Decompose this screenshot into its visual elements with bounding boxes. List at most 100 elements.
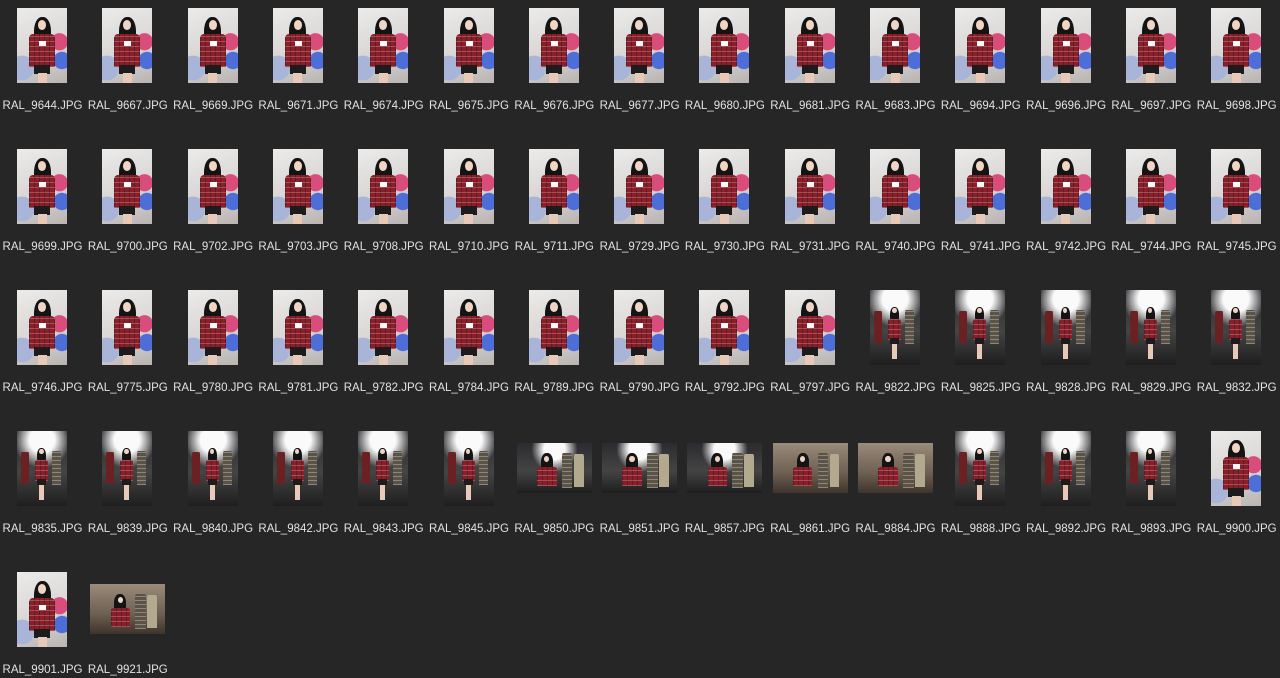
image-thumbnail[interactable] [1125,290,1176,365]
image-thumbnail[interactable] [102,290,153,365]
thumbnail-area[interactable] [85,423,170,506]
image-thumbnail[interactable] [358,431,409,506]
file-item[interactable]: RAL_9784.JPG [427,282,512,423]
file-item[interactable]: RAL_9825.JPG [938,282,1023,423]
thumbnail-area[interactable] [768,141,853,224]
image-thumbnail[interactable] [784,149,835,224]
image-thumbnail[interactable] [516,443,592,493]
file-item[interactable]: RAL_9900.JPG [1194,423,1279,564]
thumbnail-area[interactable] [171,141,256,224]
image-thumbnail[interactable] [528,290,579,365]
image-thumbnail[interactable] [102,431,153,506]
thumbnail-area[interactable] [597,0,682,83]
file-name-label[interactable]: RAL_9698.JPG [1184,100,1280,112]
image-thumbnail[interactable] [17,8,67,83]
thumbnail-area[interactable] [1194,423,1279,506]
file-item[interactable]: RAL_9780.JPG [171,282,256,423]
thumbnail-area[interactable] [682,423,767,506]
file-item[interactable]: RAL_9832.JPG [1194,282,1279,423]
thumbnail-area[interactable] [597,423,682,506]
file-item[interactable]: RAL_9781.JPG [256,282,341,423]
image-thumbnail[interactable] [699,290,750,365]
file-item[interactable]: RAL_9708.JPG [341,141,426,282]
file-item[interactable]: RAL_9835.JPG [0,423,85,564]
image-thumbnail[interactable] [187,431,238,506]
thumbnail-area[interactable] [768,0,853,83]
file-item[interactable]: RAL_9680.JPG [682,0,767,141]
file-item[interactable]: RAL_9892.JPG [1024,423,1109,564]
file-name-label[interactable]: RAL_9832.JPG [1184,382,1280,394]
image-thumbnail[interactable] [358,8,409,83]
file-name-label[interactable]: RAL_9900.JPG [1184,523,1280,535]
image-thumbnail[interactable] [17,149,67,224]
file-item[interactable]: RAL_9730.JPG [682,141,767,282]
thumbnail-area[interactable] [853,423,938,506]
image-thumbnail[interactable] [1125,149,1176,224]
thumbnail-area[interactable] [427,423,512,506]
thumbnail-area[interactable] [171,423,256,506]
file-item[interactable]: RAL_9703.JPG [256,141,341,282]
file-item[interactable]: RAL_9711.JPG [512,141,597,282]
file-item[interactable]: RAL_9861.JPG [768,423,853,564]
image-thumbnail[interactable] [614,149,665,224]
image-thumbnail[interactable] [699,149,750,224]
file-item[interactable]: RAL_9746.JPG [0,282,85,423]
file-item[interactable]: RAL_9644.JPG [0,0,85,141]
image-thumbnail[interactable] [1040,431,1091,506]
thumbnail-area[interactable] [427,0,512,83]
image-thumbnail[interactable] [17,290,67,365]
image-thumbnail[interactable] [784,290,835,365]
file-item[interactable]: RAL_9842.JPG [256,423,341,564]
image-thumbnail[interactable] [102,149,153,224]
thumbnail-area[interactable] [256,423,341,506]
thumbnail-area[interactable] [341,141,426,224]
image-thumbnail[interactable] [17,572,67,647]
image-thumbnail[interactable] [772,443,848,493]
file-item[interactable]: RAL_9729.JPG [597,141,682,282]
image-thumbnail[interactable] [784,8,835,83]
image-thumbnail[interactable] [1211,149,1262,224]
image-thumbnail[interactable] [187,149,238,224]
file-item[interactable]: RAL_9845.JPG [427,423,512,564]
file-item[interactable]: RAL_9797.JPG [768,282,853,423]
file-item[interactable]: RAL_9782.JPG [341,282,426,423]
thumbnail-area[interactable] [171,0,256,83]
file-item[interactable]: RAL_9790.JPG [597,282,682,423]
thumbnail-area[interactable] [341,423,426,506]
thumbnail-area[interactable] [1194,0,1279,83]
image-thumbnail[interactable] [602,443,678,493]
file-name-label[interactable]: RAL_9745.JPG [1184,241,1280,253]
file-item[interactable]: RAL_9884.JPG [853,423,938,564]
image-thumbnail[interactable] [443,431,494,506]
thumbnail-area[interactable] [1024,0,1109,83]
image-thumbnail[interactable] [955,8,1006,83]
thumbnail-area[interactable] [768,423,853,506]
image-thumbnail[interactable] [187,8,238,83]
thumbnail-area[interactable] [853,141,938,224]
image-thumbnail[interactable] [1040,8,1091,83]
thumbnail-area[interactable] [597,141,682,224]
thumbnail-area[interactable] [512,141,597,224]
thumbnail-area[interactable] [341,0,426,83]
thumbnail-area[interactable] [427,141,512,224]
file-item[interactable]: RAL_9674.JPG [341,0,426,141]
file-item[interactable]: RAL_9839.JPG [85,423,170,564]
file-item[interactable]: RAL_9840.JPG [171,423,256,564]
thumbnail-area[interactable] [256,141,341,224]
file-item[interactable]: RAL_9828.JPG [1024,282,1109,423]
file-item[interactable]: RAL_9699.JPG [0,141,85,282]
file-item[interactable]: RAL_9702.JPG [171,141,256,282]
thumbnail-area[interactable] [938,282,1023,365]
image-thumbnail[interactable] [1211,290,1262,365]
thumbnail-area[interactable] [853,282,938,365]
image-thumbnail[interactable] [272,290,323,365]
image-thumbnail[interactable] [1125,431,1176,506]
thumbnail-area[interactable] [853,0,938,83]
image-thumbnail[interactable] [870,8,920,83]
file-item[interactable]: RAL_9745.JPG [1194,141,1279,282]
file-item[interactable]: RAL_9829.JPG [1109,282,1194,423]
thumbnail-area[interactable] [0,0,85,83]
file-item[interactable]: RAL_9669.JPG [171,0,256,141]
file-item[interactable]: RAL_9677.JPG [597,0,682,141]
thumbnail-area[interactable] [1194,141,1279,224]
